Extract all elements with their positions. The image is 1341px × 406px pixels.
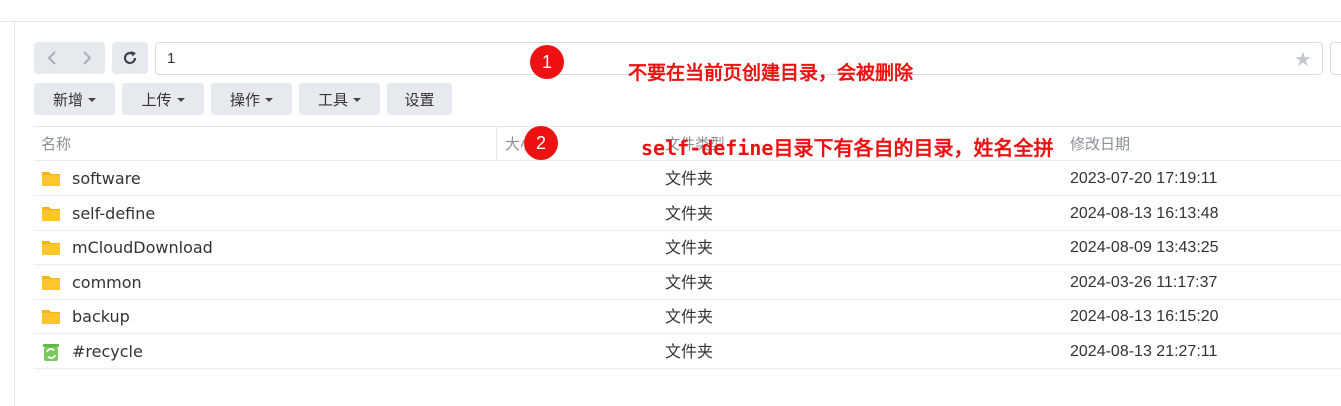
top-bar xyxy=(0,0,1341,22)
tools-button-label: 工具 xyxy=(317,90,348,109)
back-button[interactable] xyxy=(34,42,69,74)
file-modified: 2024-08-13 16:15:20 xyxy=(1070,308,1219,325)
header-modified[interactable]: 修改日期 xyxy=(1070,127,1130,161)
folder-icon xyxy=(42,310,60,324)
action-button[interactable]: 操作 xyxy=(211,83,292,115)
file-name: #recycle xyxy=(72,342,143,361)
chevron-right-icon xyxy=(82,51,91,65)
chevron-left-icon xyxy=(47,51,56,65)
file-modified: 2024-08-13 21:27:11 xyxy=(1070,343,1218,360)
caret-down-icon xyxy=(265,98,273,102)
file-name: mCloudDownload xyxy=(72,238,213,257)
file-name: backup xyxy=(72,307,130,326)
tools-button[interactable]: 工具 xyxy=(299,83,380,115)
file-modified: 2024-08-13 16:13:48 xyxy=(1070,205,1219,222)
folder-icon xyxy=(42,241,60,255)
table-row[interactable]: backup 文件夹 2024-08-13 16:15:20 xyxy=(34,299,1341,334)
file-name: self-define xyxy=(72,204,156,223)
table-row[interactable]: common 文件夹 2024-03-26 11:17:37 xyxy=(34,265,1341,300)
action-button-label: 操作 xyxy=(229,90,260,109)
file-name: software xyxy=(72,169,141,188)
table-row[interactable]: self-define 文件夹 2024-08-13 16:13:48 xyxy=(34,196,1341,231)
refresh-button[interactable] xyxy=(112,42,148,74)
folder-icon xyxy=(42,276,60,290)
forward-button[interactable] xyxy=(69,42,104,74)
file-type: 文件夹 xyxy=(665,238,714,257)
file-modified: 2024-08-09 13:43:25 xyxy=(1070,239,1219,256)
file-modified: 2023-07-20 17:19:11 xyxy=(1070,170,1218,187)
toolbar: 新增 上传 操作 工具 设置 xyxy=(34,83,459,115)
search-box-edge[interactable] xyxy=(1330,42,1341,75)
star-icon[interactable]: ★ xyxy=(1294,47,1312,71)
new-button[interactable]: 新增 xyxy=(34,83,115,115)
file-type: 文件夹 xyxy=(665,342,714,361)
file-manager-window: 1 ★ 新增 上传 操作 工具 设置 名称 大小 文件类型 修改日期 softw… xyxy=(0,0,1341,406)
file-name: common xyxy=(72,273,142,292)
annotation-note: 不要在当前页创建目录，会被删除 xyxy=(628,62,914,84)
file-type: 文件夹 xyxy=(665,273,714,292)
file-type: 文件夹 xyxy=(665,169,714,188)
table-row[interactable]: software 文件夹 2023-07-20 17:19:11 xyxy=(34,161,1341,196)
file-modified: 2024-03-26 11:17:37 xyxy=(1070,274,1218,291)
upload-button-label: 上传 xyxy=(141,90,172,109)
caret-down-icon xyxy=(88,98,96,102)
refresh-icon xyxy=(123,51,137,65)
folder-icon xyxy=(42,172,60,186)
file-type: 文件夹 xyxy=(665,204,714,223)
upload-button[interactable]: 上传 xyxy=(122,83,204,115)
folder-icon xyxy=(42,207,60,221)
header-name[interactable]: 名称 xyxy=(41,127,71,161)
caret-down-icon xyxy=(176,98,185,102)
recycle-bin-icon xyxy=(43,344,59,361)
history-nav xyxy=(34,42,105,74)
settings-button[interactable]: 设置 xyxy=(387,83,452,115)
table-row[interactable]: mCloudDownload 文件夹 2024-08-09 13:43:25 xyxy=(34,230,1341,265)
table-row[interactable]: #recycle 文件夹 2024-08-13 21:27:11 xyxy=(34,334,1341,369)
annotation-badge: 1 xyxy=(530,45,564,79)
settings-button-label: 设置 xyxy=(404,90,435,109)
caret-down-icon xyxy=(353,98,361,102)
file-type: 文件夹 xyxy=(665,307,714,326)
annotation-badge: 2 xyxy=(524,126,558,160)
new-button-label: 新增 xyxy=(52,90,83,109)
left-rail xyxy=(0,22,15,406)
annotation-note: self-define目录下有各自的目录，姓名全拼 xyxy=(641,136,1054,160)
column-resize-handle[interactable] xyxy=(496,127,497,161)
